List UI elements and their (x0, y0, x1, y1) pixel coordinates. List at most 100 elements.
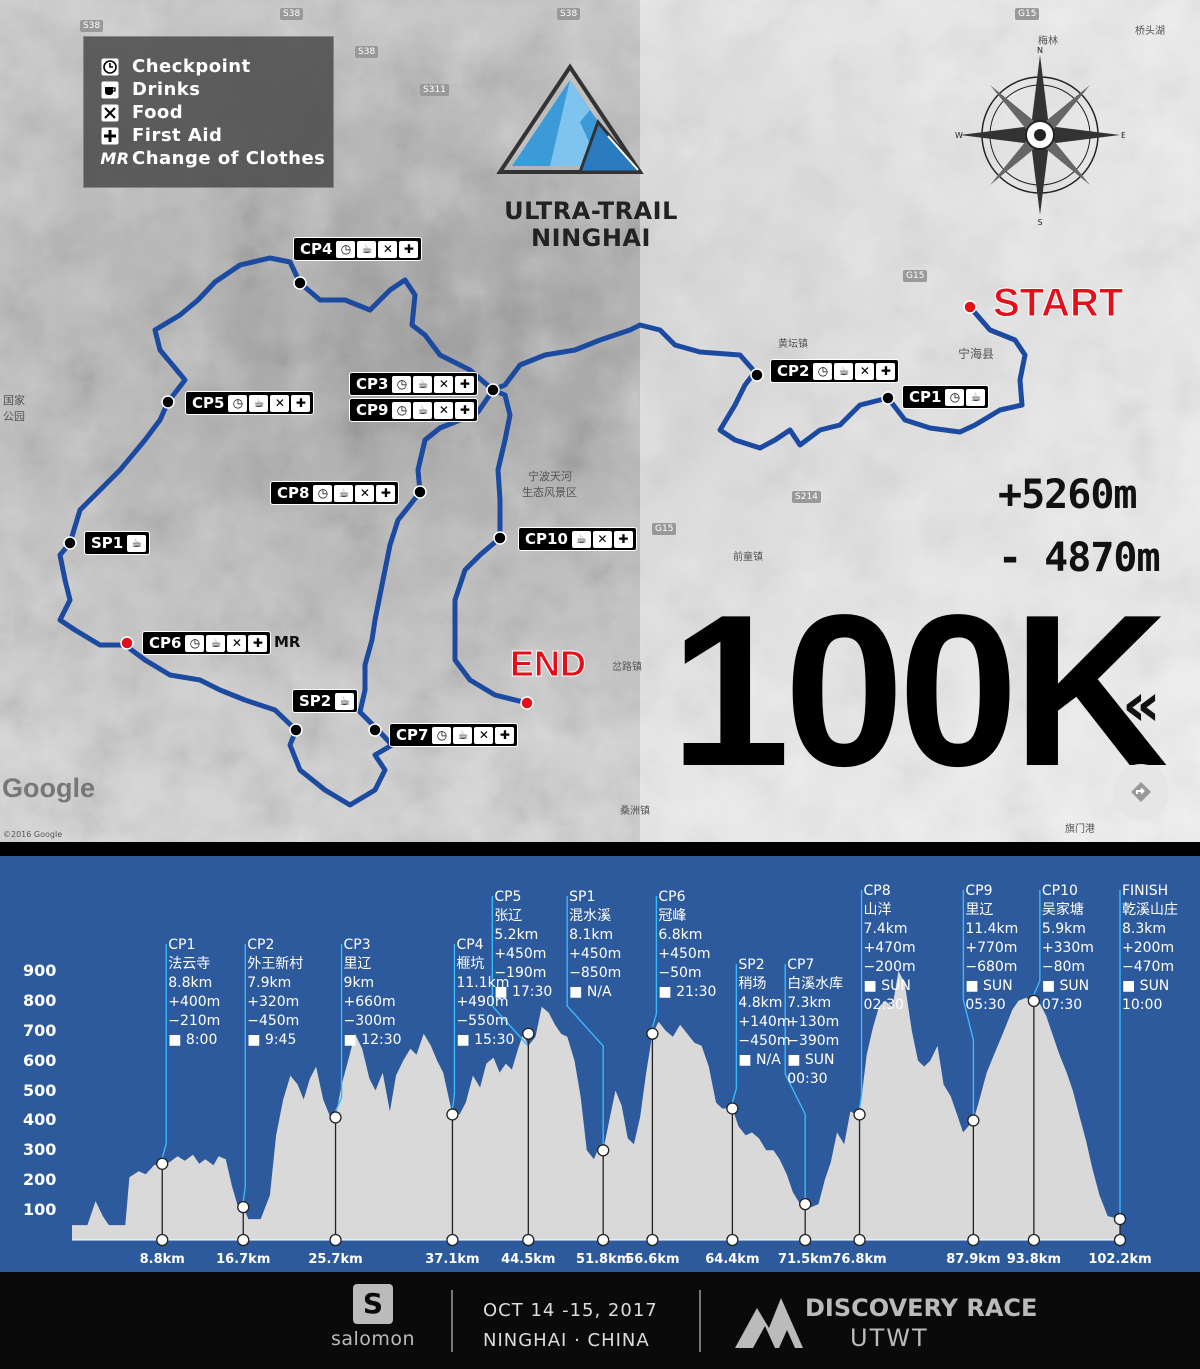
cup-icon: ☕ (571, 530, 591, 548)
checkpoint-tag-cp3: CP3 ◷ ☕ ✕ ✚ (349, 372, 479, 396)
leader-line (858, 890, 863, 1109)
food-icon: ✕ (355, 484, 375, 502)
axis-point (329, 1233, 342, 1247)
elevation-gain: +5260m (998, 472, 1137, 518)
clock-icon: ◷ (336, 240, 356, 258)
axis-point (853, 1233, 866, 1247)
checkpoint-tag-sp1: SP1 ☕ (84, 531, 151, 555)
road-label: S311 (420, 84, 449, 96)
compass-w: W (955, 131, 963, 140)
first-aid-icon: ✚ (455, 401, 475, 419)
clock-icon: ◷ (813, 362, 833, 380)
food-icon (98, 104, 122, 122)
checkpoint-tag-cp1: CP1 ◷ ☕ (902, 385, 990, 409)
axis-point (726, 1233, 739, 1247)
legend-label: Drinks (132, 79, 201, 100)
leader-line (731, 964, 738, 1103)
checkpoint-annotation-cp9: CP9 里辽 11.4km +770m −680m ■ SUN 05:30 (965, 883, 1019, 1013)
legend-label: First Aid (132, 125, 223, 146)
map-copyright: ©2016 Google (3, 830, 63, 839)
road-label: G15 (652, 523, 677, 535)
cup-icon: ☕ (413, 375, 433, 393)
y-tick-label: 700 (23, 1020, 57, 1040)
organizer-sub: UTWT (850, 1324, 929, 1352)
mr-icon: MR (100, 149, 130, 168)
place-label: 公园 (3, 410, 25, 423)
x-tick-label: 64.4km (705, 1252, 760, 1267)
profile-point (237, 1200, 250, 1214)
axis-point (446, 1233, 459, 1247)
clock-icon: ◷ (185, 634, 205, 652)
legend-label: Checkpoint (132, 56, 251, 77)
place-label: 黄坛镇 (778, 339, 808, 350)
discovery-race-logo: DISCOVERY RACE UTWT (735, 1290, 1037, 1352)
cup-icon: ☕ (966, 388, 986, 406)
road-label: S38 (355, 46, 379, 58)
checkpoint-annotation-cp3: CP3 里辽 9km +660m −300m ■ 12:30 (343, 937, 402, 1048)
map-legend: Checkpoint Drinks Food First Aid MR Chan… (83, 36, 334, 188)
checkpoint-tag-cp8: CP8 ◷ ☕ ✕ ✚ (270, 481, 400, 505)
start-label: START (992, 281, 1124, 326)
road-label: S38 (557, 8, 581, 20)
profile-point (967, 1114, 980, 1127)
checkpoint-label: CP1 (909, 388, 942, 406)
profile-point (726, 1102, 739, 1115)
cup-icon: ☕ (335, 692, 355, 710)
y-tick-label: 100 (23, 1200, 57, 1220)
road-label: S214 (792, 491, 821, 503)
leader-line (242, 944, 246, 1202)
profile-point (1113, 1212, 1127, 1226)
checkpoint-tag-cp6: CP6 ◷ ☕ ✕ ✚ (142, 631, 272, 655)
place-label: 宁波天河 (528, 470, 572, 483)
mr-tag: MR (274, 633, 301, 651)
leader-line (334, 944, 343, 1112)
cup-icon: ☕ (127, 534, 147, 552)
clock-icon: ◷ (945, 388, 965, 406)
checkpoint-label: SP1 (91, 534, 124, 552)
first-aid-icon: ✚ (495, 726, 515, 744)
axis-point (967, 1233, 980, 1247)
checkpoint-label: CP5 (192, 394, 225, 412)
legend-item-food: Food (98, 101, 333, 124)
place-label: 岔路镇 (612, 662, 642, 673)
date-line: OCT 14 -15, 2017 (483, 1300, 658, 1321)
place-label: 生态风景区 (522, 486, 577, 499)
y-tick-label: 300 (23, 1140, 57, 1160)
y-tick-label: 400 (23, 1110, 57, 1130)
checkpoint-annotation-cp5: CP5 张辽 5.2km +450m −190m ■ 17:30 (494, 889, 553, 1000)
checkpoint-label: SP2 (299, 692, 332, 710)
event-date: OCT 14 -15, 2017 NINGHAI · CHINA (483, 1296, 658, 1356)
ultra-trail-logo (496, 63, 644, 174)
food-icon: ✕ (227, 634, 247, 652)
logo-line-1: ULTRA-TRAIL (504, 197, 678, 225)
place-label: 旗门港 (1065, 824, 1095, 835)
location-line: NINGHAI · CHINA (483, 1330, 650, 1351)
axis-point (1027, 1233, 1041, 1247)
profile-point (853, 1108, 866, 1121)
clock-icon: ◷ (392, 375, 412, 393)
y-tick-label: 200 (23, 1170, 57, 1190)
checkpoint-tag-cp7: CP7 ◷ ☕ ✕ ✚ (389, 723, 519, 747)
directions-button[interactable] (1113, 764, 1169, 820)
x-tick-label: 56.6km (625, 1252, 680, 1267)
legend-item-drinks: Drinks (98, 78, 333, 101)
checkpoint-annotation-sp2: SP2 稍场 4.8km +140m −450m ■ N/A (738, 957, 791, 1068)
footer: S salomon OCT 14 -15, 2017 NINGHAI · CHI… (0, 1272, 1200, 1369)
axis-point (1113, 1233, 1127, 1247)
axis-point (156, 1233, 169, 1247)
checkpoint-annotation-cp10: CP10 吴家塘 5.9km +330m −80m ■ SUN 07:30 (1041, 883, 1094, 1013)
compass-e: E (1121, 131, 1125, 140)
compass-n: N (1037, 46, 1043, 55)
profile-point (156, 1157, 169, 1170)
axis-point (237, 1233, 250, 1247)
first-aid-icon: ✚ (613, 530, 633, 548)
logo-text: ULTRA-TRAIL NINGHAI (486, 198, 696, 252)
x-tick-label: 76.8km (832, 1252, 887, 1267)
place-label: 桥头湖 (1135, 26, 1165, 37)
cup-icon: ☕ (413, 401, 433, 419)
checkpoint-tag-sp2: SP2 ☕ (292, 689, 359, 713)
food-icon: ✕ (474, 726, 494, 744)
cup-icon: ☕ (206, 634, 226, 652)
y-tick-label: 800 (23, 990, 57, 1010)
google-watermark: Google (2, 773, 95, 803)
